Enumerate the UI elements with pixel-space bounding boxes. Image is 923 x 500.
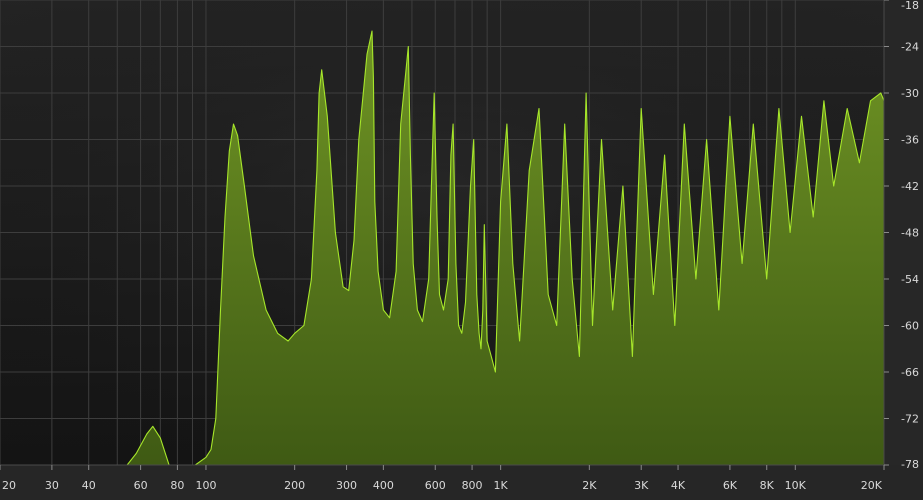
y-tick-label: -18 xyxy=(901,0,919,12)
x-tick-label: 3K xyxy=(634,479,649,492)
x-tick-label: 1K xyxy=(494,479,509,492)
x-tick-label: 4K xyxy=(671,479,686,492)
x-tick-label: 2K xyxy=(582,479,597,492)
x-tick-label: 60 xyxy=(134,479,148,492)
y-tick-label: -48 xyxy=(901,227,919,240)
y-tick-label: -72 xyxy=(901,413,919,426)
spectrum-analyzer: -18 -24 -30 -36 -42 -48 -54 -60 -66 -72 -78 20 30 40… xyxy=(0,0,923,500)
x-tick-label: 6K xyxy=(723,479,738,492)
x-tick-label: 200 xyxy=(284,479,305,492)
y-tick-label: -30 xyxy=(901,87,919,100)
y-tick-label: -42 xyxy=(901,180,919,193)
x-tick-label: 400 xyxy=(373,479,394,492)
x-tick-label: 8K xyxy=(760,479,775,492)
y-tick-label: -36 xyxy=(901,134,919,147)
y-tick-label: -66 xyxy=(901,366,919,379)
x-tick-label: 600 xyxy=(425,479,446,492)
x-tick-label: 10K xyxy=(785,479,807,492)
y-tick-label: -60 xyxy=(901,320,919,333)
y-tick-label: -54 xyxy=(901,273,919,286)
x-tick-label: 40 xyxy=(82,479,96,492)
x-tick-label: 30 xyxy=(45,479,59,492)
x-tick-label: 100 xyxy=(195,479,216,492)
x-tick-label: 300 xyxy=(336,479,357,492)
y-tick-label: -78 xyxy=(901,458,919,471)
x-tick-label: 80 xyxy=(170,479,184,492)
x-tick-label: 20 xyxy=(2,479,16,492)
spectrum-chart: -18 -24 -30 -36 -42 -48 -54 -60 -66 -72 -78 20 30 40… xyxy=(0,0,923,500)
y-tick-label: -24 xyxy=(901,41,919,54)
x-tick-label: 800 xyxy=(462,479,483,492)
x-tick-label: 20K xyxy=(861,479,883,492)
